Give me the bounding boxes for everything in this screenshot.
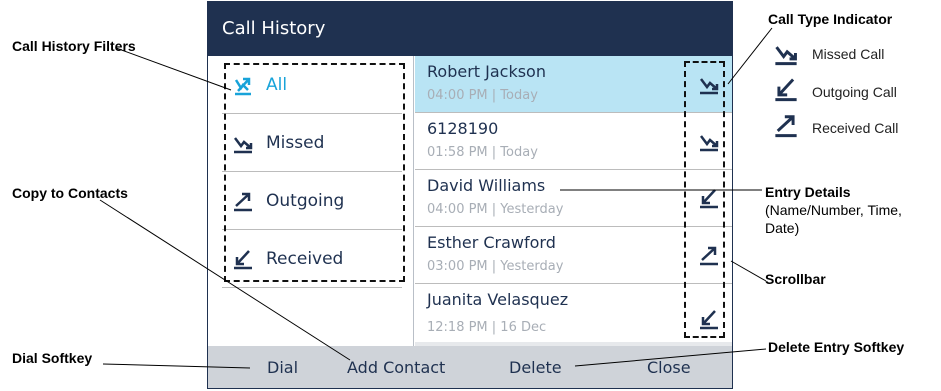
leader-filters xyxy=(115,47,232,91)
leader-dial xyxy=(102,363,251,369)
leader-delete xyxy=(574,348,767,367)
leader-lines xyxy=(99,27,773,369)
leader-copy-to-contacts xyxy=(99,199,351,361)
leader-scrollbar xyxy=(730,260,767,282)
leader-type-indicator xyxy=(727,27,773,85)
